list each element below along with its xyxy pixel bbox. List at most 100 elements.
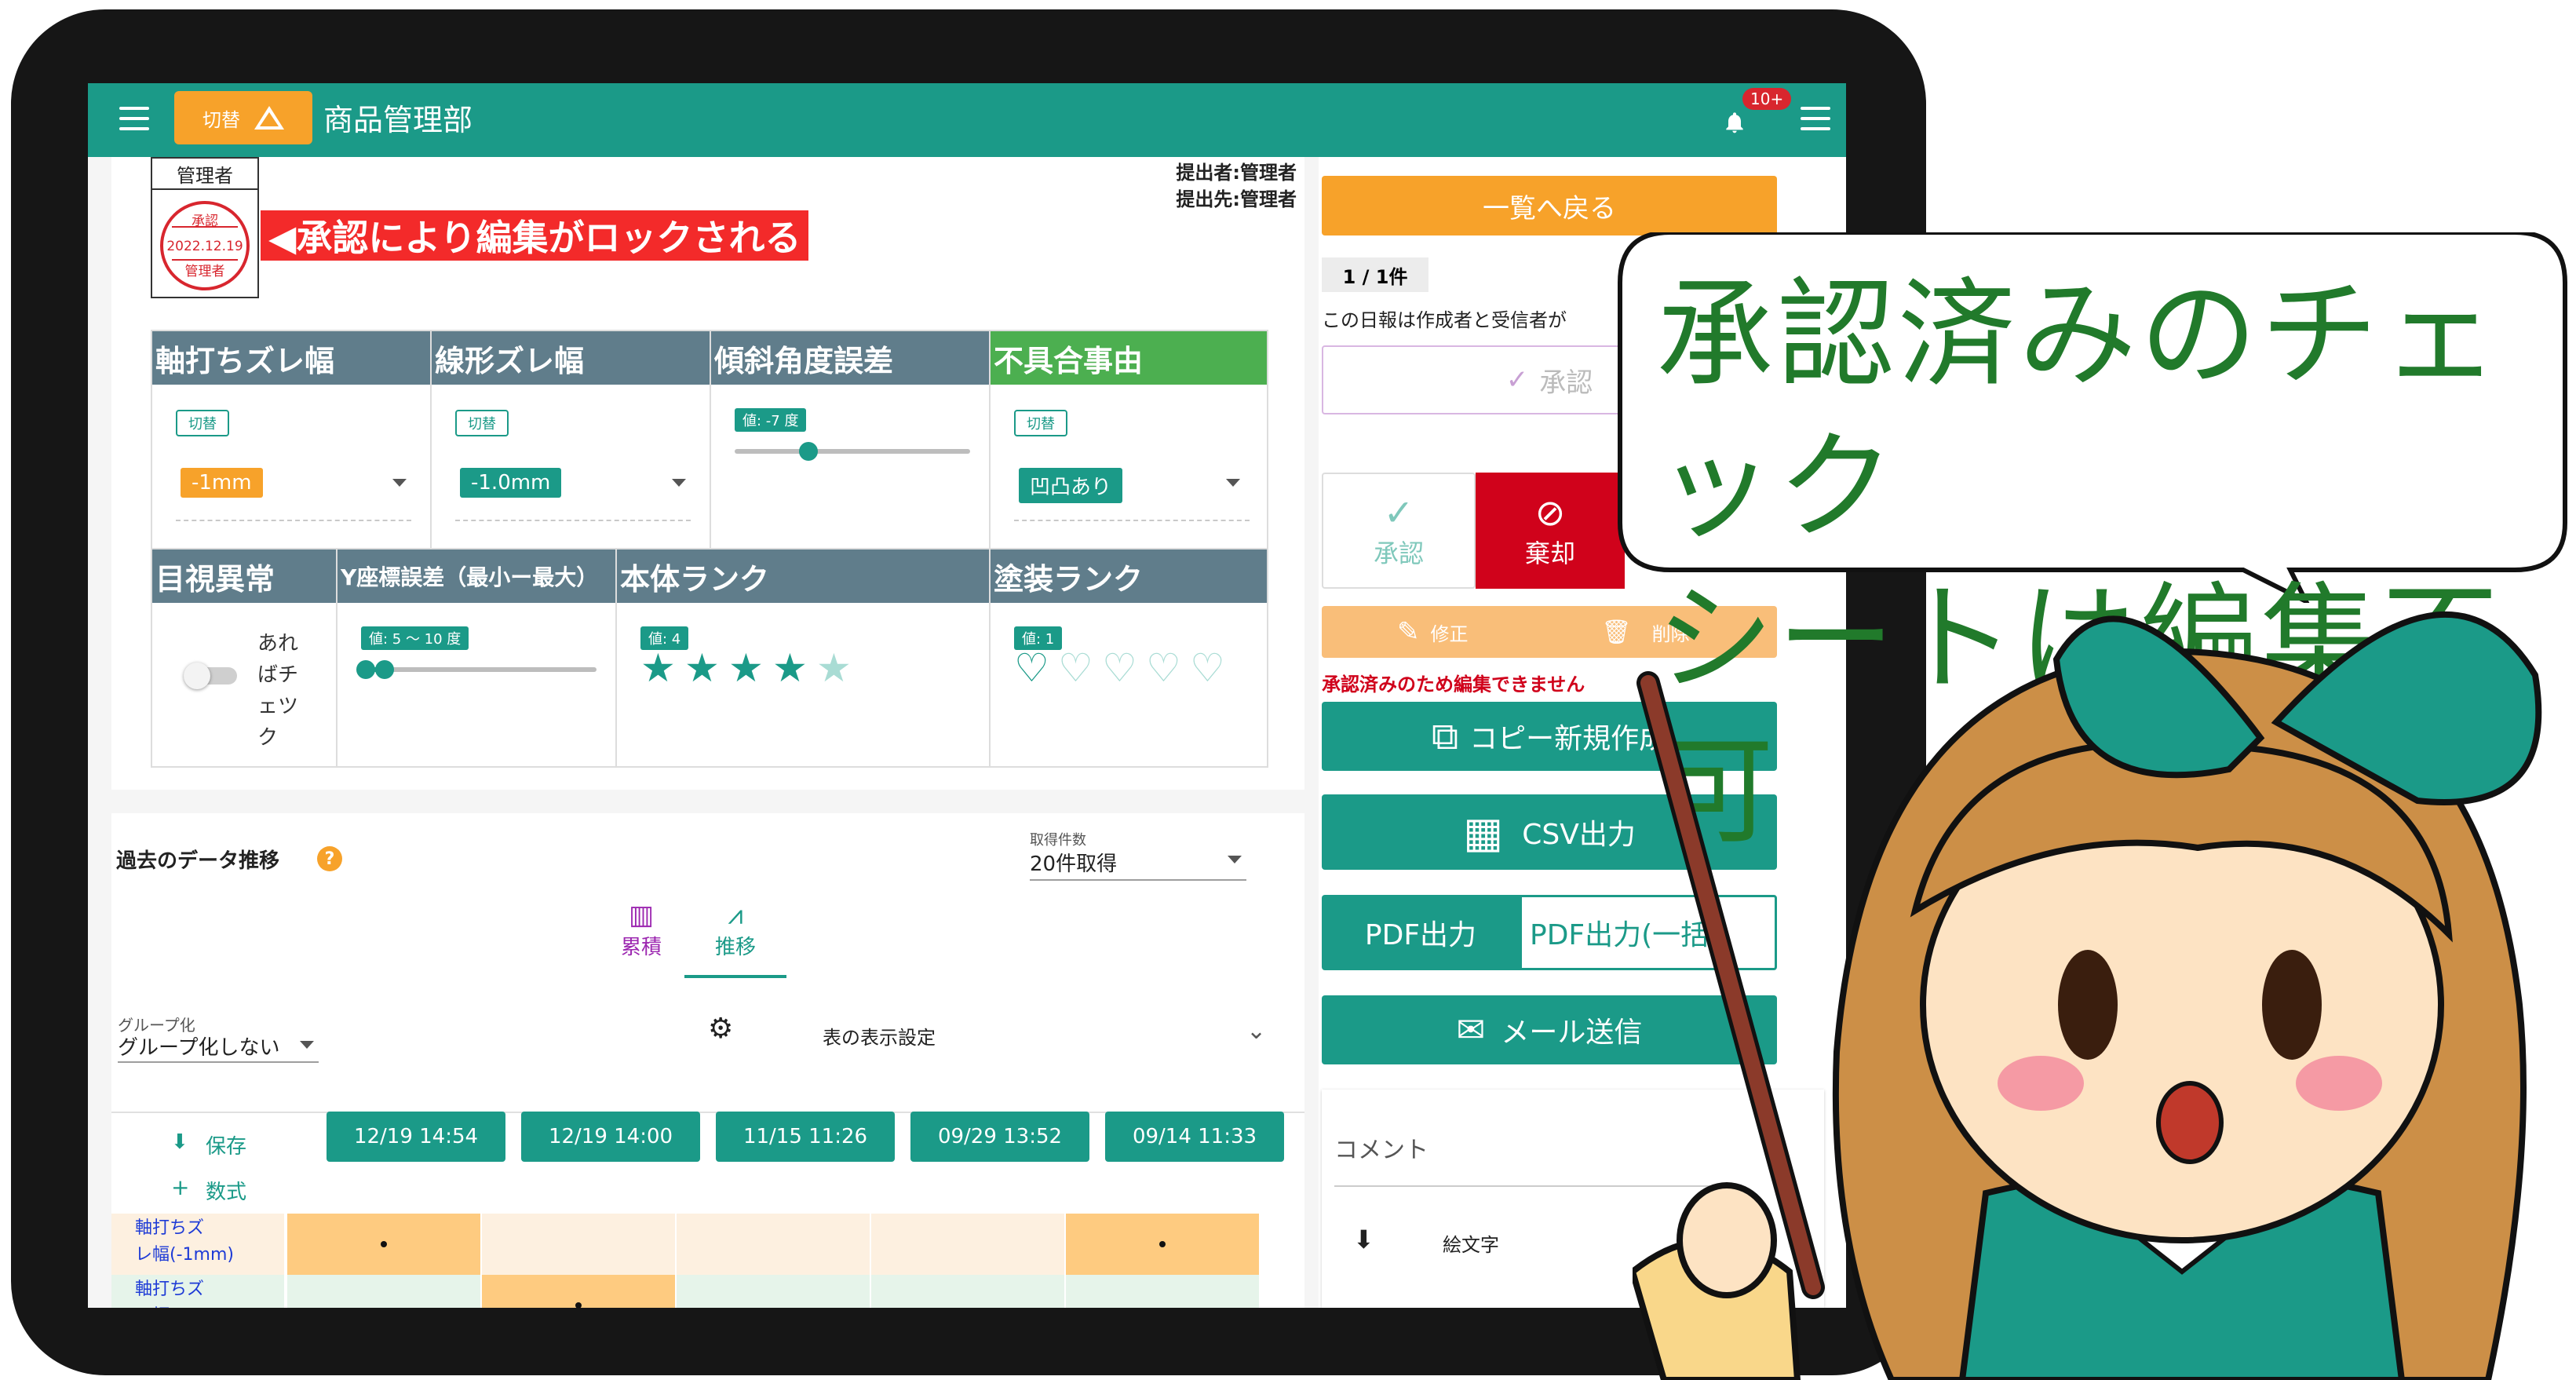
formula-label[interactable]: 数式: [206, 1176, 246, 1205]
save-label[interactable]: 保存: [206, 1130, 246, 1159]
switch-tag[interactable]: 切替: [455, 410, 509, 436]
bar-chart-icon: ▥: [628, 900, 655, 931]
page-count: 1 / 1件: [1322, 257, 1428, 292]
group-select[interactable]: グループ化しない: [118, 1031, 279, 1061]
back-to-list-button[interactable]: 一覧へ戻る: [1322, 176, 1777, 235]
field-cell-visual-anomaly: 目視異常 あれ ばチ ェツ ク: [151, 548, 338, 768]
history-cell[interactable]: [1066, 1214, 1259, 1275]
heart-empty-icon[interactable]: ♡: [1058, 648, 1093, 688]
fetch-count-label: 取得件数: [1030, 832, 1086, 849]
approval-stamp-box: 管理者 承認 2022.12.19 管理者: [151, 157, 259, 298]
star-icon[interactable]: ★: [640, 648, 676, 688]
history-card: 過去のデータ推移 ? 取得件数 20件取得 ▥ 累積 ⩘ 推移 グループ化 グル…: [111, 813, 1304, 1308]
field-header: 傾斜角度誤差: [711, 331, 989, 385]
select-value-chip: -1mm: [181, 468, 263, 498]
bell-icon[interactable]: [1722, 110, 1747, 135]
emoji-icon[interactable]: ⬇: [1353, 1225, 1374, 1254]
trash-icon: 🗑: [1601, 618, 1632, 646]
grid-icon: ▦: [1463, 807, 1504, 857]
heart-empty-icon[interactable]: ♡: [1146, 648, 1181, 688]
history-cell[interactable]: [871, 1275, 1064, 1308]
app-screen: 切替 商品管理部 10+ 管理者 承認 2022.12.19 管理者 ◀承認によ…: [88, 83, 1846, 1308]
history-cell[interactable]: [871, 1214, 1064, 1275]
history-title: 過去のデータ推移: [116, 849, 280, 873]
slider-track[interactable]: [735, 449, 970, 454]
slider-value-label: 値: -7 度: [735, 408, 807, 432]
heart-icon[interactable]: ♡: [1014, 648, 1049, 688]
range-knob-min[interactable]: [356, 660, 375, 679]
data-point-marker: [1159, 1241, 1166, 1247]
seal-date: 2022.12.19: [166, 239, 243, 254]
display-settings-label[interactable]: 表の表示設定: [823, 1022, 936, 1050]
fetch-count-select[interactable]: 20件取得: [1030, 848, 1117, 877]
expand-chevron-icon[interactable]: ⌄: [1246, 1017, 1266, 1045]
approval-seal: 承認 2022.12.19 管理者: [160, 201, 250, 290]
history-cell[interactable]: [677, 1275, 870, 1308]
field-cell-defect-reason: 不具合事由 切替 凹凸あり: [989, 330, 1268, 549]
chevron-down-icon[interactable]: [672, 479, 686, 487]
check-icon: ✓: [1383, 491, 1414, 534]
star-icon[interactable]: ★: [684, 648, 720, 688]
menu-icon[interactable]: [119, 107, 149, 130]
switch-button[interactable]: 切替: [174, 91, 312, 144]
edit-button[interactable]: 修正: [1431, 619, 1469, 646]
copy-icon: ⧉: [1431, 714, 1459, 758]
pencil-icon: ✎: [1397, 616, 1420, 648]
warning-triangle-icon: [254, 106, 284, 130]
history-row-label[interactable]: 軸打ちズ レ幅(-1mm): [111, 1214, 284, 1275]
tab-trend[interactable]: ⩘ 推移: [684, 900, 786, 978]
seal-bottom-text: 管理者: [184, 264, 225, 279]
chevron-down-icon[interactable]: [300, 1041, 314, 1049]
help-icon[interactable]: ?: [317, 846, 342, 871]
switch-tag[interactable]: 切替: [1014, 410, 1067, 436]
field-header: Y座標誤差（最小ー最大）: [338, 549, 615, 603]
reject-button[interactable]: ⊘ 棄却: [1476, 473, 1625, 589]
field-header: 目視異常: [152, 549, 336, 603]
date-column-button[interactable]: 12/19 14:54: [327, 1112, 505, 1162]
submitter-text: 提出者:管理者: [1176, 162, 1297, 184]
date-column-button[interactable]: 11/15 11:26: [716, 1112, 895, 1162]
star-icon[interactable]: ★: [772, 648, 808, 688]
mail-icon: ✉: [1456, 1009, 1486, 1050]
star-icon[interactable]: ★: [728, 648, 764, 688]
chevron-down-icon[interactable]: [1226, 479, 1240, 487]
approve-button[interactable]: ✓ 承認: [1322, 473, 1476, 589]
history-row-label-text: 軸打ちズレ幅(0): [135, 1280, 205, 1308]
locked-message: 承認済みのため編集できません: [1322, 674, 1585, 695]
toggle-switch[interactable]: [184, 663, 237, 689]
select-value-chip: -1.0mm: [460, 468, 562, 498]
heart-empty-icon[interactable]: ♡: [1190, 648, 1225, 688]
history-cell[interactable]: [1066, 1275, 1259, 1308]
plus-icon[interactable]: +: [171, 1174, 189, 1200]
field-cell-y-coordinate: Y座標誤差（最小ー最大） 値: 5 〜 10 度: [336, 548, 617, 768]
history-cell[interactable]: [482, 1214, 675, 1275]
pdf-export-button[interactable]: PDF出力: [1322, 895, 1520, 970]
select-value-chip: 凹凸あり: [1019, 468, 1123, 503]
recipient-text: 提出先:管理者: [1176, 188, 1297, 210]
tab-cumulative[interactable]: ▥ 累積: [598, 900, 684, 978]
right-menu-icon[interactable]: [1801, 107, 1830, 130]
star-empty-icon[interactable]: ★: [816, 648, 852, 688]
history-cell[interactable]: [677, 1214, 870, 1275]
range-track[interactable]: [361, 667, 597, 672]
date-column-button[interactable]: 09/29 13:52: [910, 1112, 1089, 1162]
chevron-down-icon[interactable]: [392, 479, 407, 487]
gear-icon[interactable]: ⚙: [708, 1013, 733, 1045]
mascot-girl-illustration: [1633, 612, 2542, 1380]
chevron-down-icon[interactable]: [1228, 856, 1242, 863]
date-column-button[interactable]: 12/19 14:00: [521, 1112, 700, 1162]
date-column-button[interactable]: 09/14 11:33: [1105, 1112, 1284, 1162]
download-icon[interactable]: ⬇: [171, 1130, 188, 1154]
emoji-label[interactable]: 絵文字: [1443, 1229, 1499, 1257]
select-underline: [1014, 520, 1250, 521]
switch-tag[interactable]: 切替: [176, 410, 229, 436]
history-cell[interactable]: [287, 1214, 480, 1275]
data-point-marker: [381, 1241, 387, 1247]
history-cell[interactable]: [287, 1275, 480, 1308]
history-row-label[interactable]: 軸打ちズレ幅(0): [111, 1275, 284, 1308]
select-underline: [176, 520, 411, 521]
range-knob-max[interactable]: [375, 660, 394, 679]
slider-knob[interactable]: [799, 442, 818, 461]
heart-empty-icon[interactable]: ♡: [1102, 648, 1137, 688]
history-cell[interactable]: [482, 1275, 675, 1308]
